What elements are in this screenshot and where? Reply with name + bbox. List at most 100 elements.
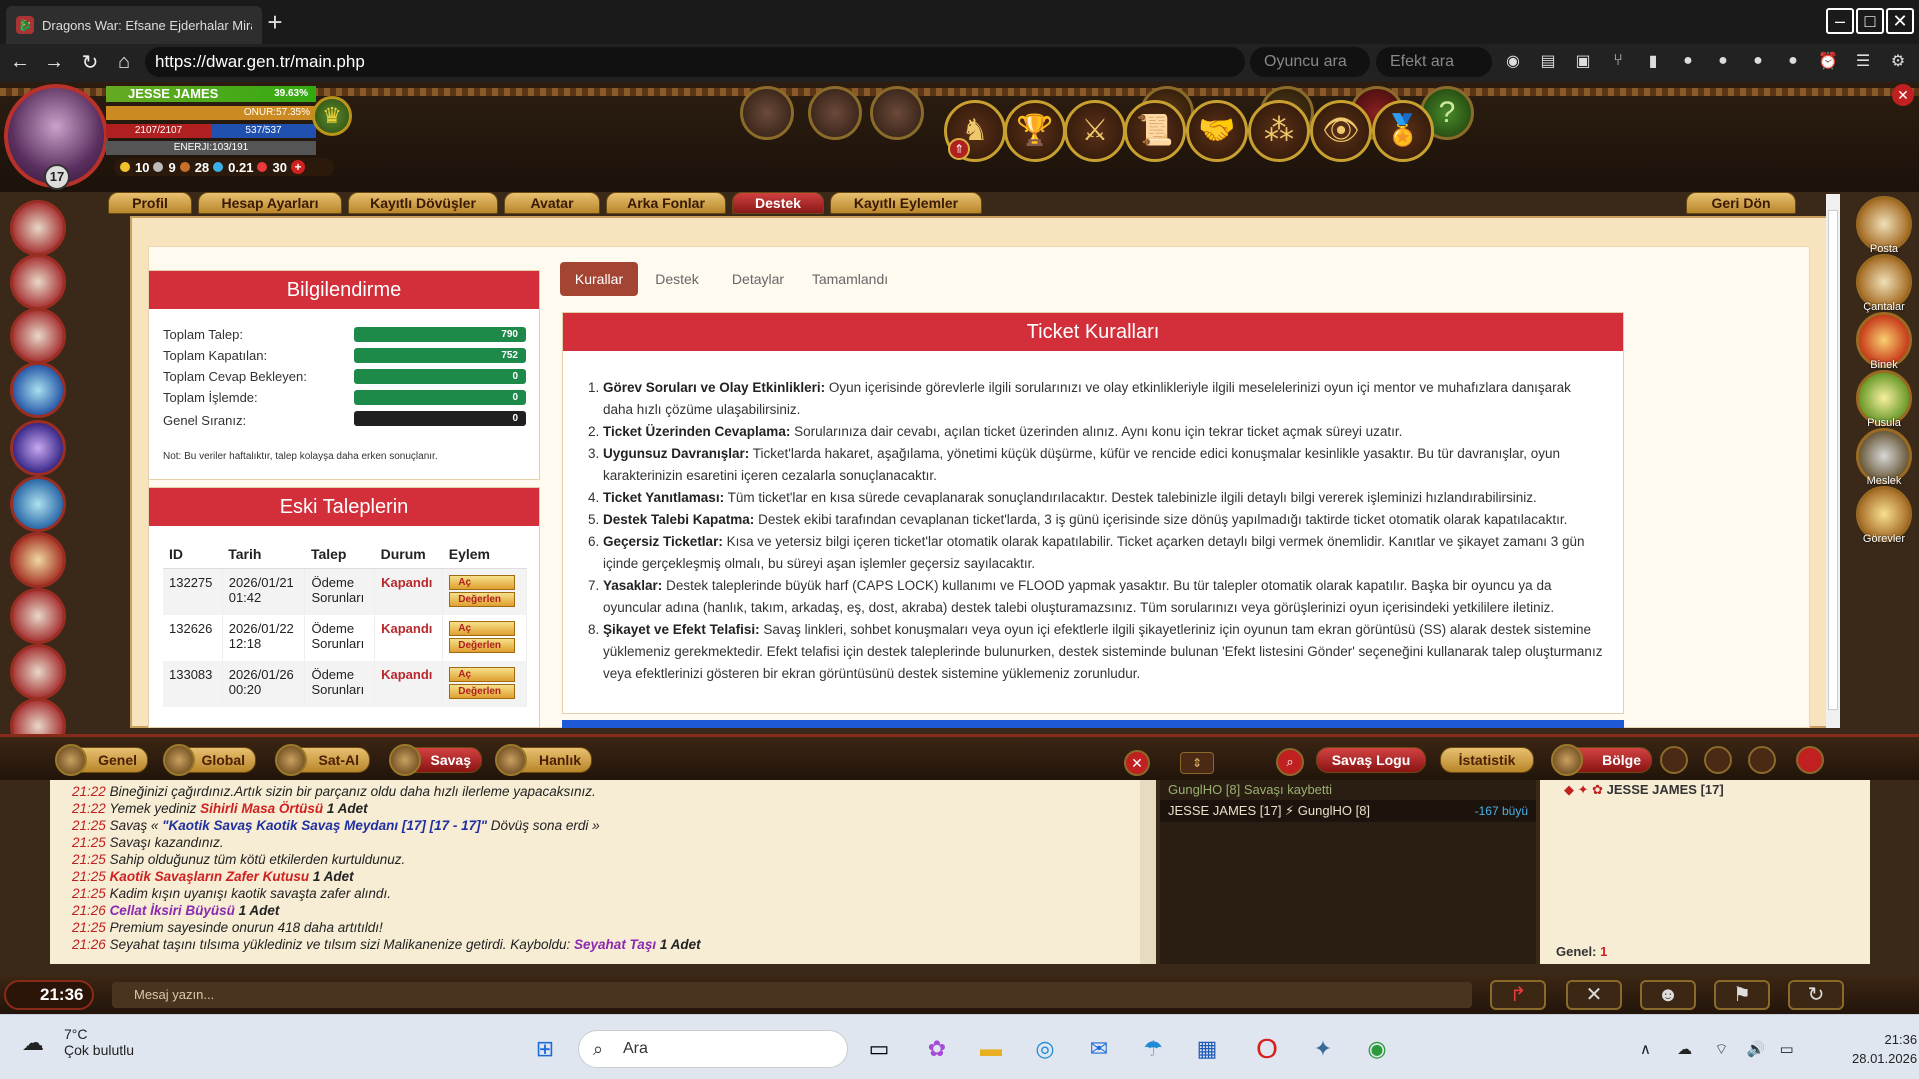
chat-icon-4[interactable]: ●: [1782, 50, 1804, 72]
copilot-icon[interactable]: ✿: [918, 1030, 956, 1068]
tab-destek[interactable]: Destek: [732, 192, 824, 214]
chat-tab-global[interactable]: Global: [163, 744, 256, 776]
tab-arka-fonlar[interactable]: Arka Fonlar: [606, 192, 726, 214]
chat-tab-genel[interactable]: Genel: [55, 744, 148, 776]
potion-slot-1-icon[interactable]: [10, 200, 66, 256]
tab-kayitli-eylemler[interactable]: Kayıtlı Eylemler: [830, 192, 982, 214]
opera-icon[interactable]: O: [1248, 1030, 1286, 1068]
chat-tab-savas[interactable]: Savaş: [389, 744, 482, 776]
tab-profil[interactable]: Profil: [108, 192, 192, 214]
statistics-tab[interactable]: İstatistik: [1440, 747, 1534, 773]
eye-icon[interactable]: 👁: [1310, 100, 1372, 162]
orbs-icon[interactable]: ⁂: [1248, 100, 1310, 162]
close-window-icon[interactable]: ✕: [1886, 8, 1914, 34]
basket-icon[interactable]: ▣: [1572, 50, 1594, 72]
tab-avatar[interactable]: Avatar: [504, 192, 600, 214]
add-currency-icon[interactable]: +: [290, 160, 305, 174]
bags-icon[interactable]: Çantalar: [1856, 254, 1912, 313]
tab-kayitli-dovusler[interactable]: Kayıtlı Dövüşler: [348, 192, 498, 214]
helmet-icon[interactable]: [1704, 746, 1732, 774]
close-game-icon[interactable]: ✕: [1892, 84, 1914, 106]
notes-icon[interactable]: ☰: [1852, 50, 1874, 72]
handshake-icon[interactable]: 🤝: [1186, 100, 1248, 162]
scrollbar-thumb[interactable]: [1828, 210, 1838, 710]
url-input[interactable]: https://dwar.gen.tr/main.php: [145, 47, 1245, 77]
tab-tamamlandi[interactable]: Tamamlandı: [806, 262, 894, 296]
book-icon[interactable]: ▮: [1642, 50, 1664, 72]
tab-destek-sub[interactable]: Destek: [646, 262, 708, 296]
weather-app-icon[interactable]: ☂: [1134, 1030, 1172, 1068]
golden-trophy-icon[interactable]: 🏅: [1372, 100, 1434, 162]
crystal-slot-icon[interactable]: [10, 362, 66, 418]
back-button[interactable]: Geri Dön: [1686, 192, 1796, 214]
browser-tab[interactable]: 🐉 Dragons War: Efsane Ejderhalar Mira: [6, 6, 262, 44]
region-player[interactable]: ◆ ✦ ✿ JESSE JAMES [17]: [1564, 782, 1724, 798]
tab-hesap-ayarlari[interactable]: Hesap Ayarları: [198, 192, 342, 214]
bear-icon[interactable]: [870, 86, 924, 140]
group-icon[interactable]: [1748, 746, 1776, 774]
system-tray[interactable]: ∧ ☁ ⌔ 🔊 ▭: [1640, 1040, 1794, 1059]
potion-slot-3-icon[interactable]: [10, 308, 66, 364]
tab-detaylar[interactable]: Detaylar: [718, 262, 798, 296]
battle-log-tab[interactable]: Savaş Logu: [1316, 747, 1426, 773]
volume-icon[interactable]: 🔊: [1747, 1041, 1766, 1058]
taskbar-search[interactable]: ⌕ Ara: [578, 1030, 848, 1068]
effect-search-input[interactable]: Efekt ara: [1376, 47, 1492, 77]
new-tab-button[interactable]: +: [262, 9, 288, 36]
send-icon[interactable]: ↱: [1490, 980, 1546, 1010]
weather-widget[interactable]: ☁ 7°C Çok bulutlu: [22, 1026, 134, 1058]
emote-icon[interactable]: ☻: [1640, 980, 1696, 1010]
up-arrow-icon[interactable]: ⇑: [948, 138, 970, 160]
chat-icon-2[interactable]: ●: [1712, 50, 1734, 72]
battery-icon[interactable]: ▭: [1779, 1041, 1793, 1058]
forward-icon[interactable]: →: [40, 46, 68, 78]
potion-slot-4-icon[interactable]: [10, 588, 66, 644]
compass-icon[interactable]: Pusula: [1856, 370, 1912, 429]
wifi-icon[interactable]: ⌔: [1714, 1041, 1728, 1058]
orb-slot-icon[interactable]: [10, 420, 66, 476]
chat-tab-sat-al[interactable]: Sat-Al: [275, 744, 370, 776]
home-icon[interactable]: ⌂: [110, 46, 138, 78]
chat-scrollbar[interactable]: [1140, 780, 1156, 964]
map-location-icon[interactable]: [740, 86, 794, 140]
mail-icon[interactable]: Posta: [1856, 196, 1912, 255]
task-view-icon[interactable]: ▭: [860, 1030, 898, 1068]
search-log-icon[interactable]: ⌕: [1276, 748, 1304, 776]
outlook-icon[interactable]: ✉: [1080, 1030, 1118, 1068]
rate-button[interactable]: Değerlen: [449, 684, 516, 699]
scroll-slot-icon[interactable]: [10, 532, 66, 588]
back-icon[interactable]: ←: [6, 46, 34, 78]
warrior-icon[interactable]: ⚔: [1064, 100, 1126, 162]
file-explorer-icon[interactable]: ▬: [972, 1030, 1010, 1068]
settings-icon[interactable]: ⚙: [1887, 50, 1909, 72]
region-tab[interactable]: Bölge: [1551, 744, 1652, 776]
edge-icon[interactable]: ◎: [1026, 1030, 1064, 1068]
alarm-icon[interactable]: ⏰: [1817, 50, 1839, 72]
refresh-icon[interactable]: ↻: [1788, 980, 1844, 1010]
chevron-up-icon[interactable]: ∧: [1640, 1041, 1651, 1058]
network-icon[interactable]: ☁: [1677, 1041, 1692, 1058]
open-button[interactable]: Aç: [449, 621, 516, 636]
castle-icon[interactable]: [808, 86, 862, 140]
tab-kurallar[interactable]: Kurallar: [560, 262, 638, 296]
fork-icon[interactable]: ⑂: [1607, 50, 1629, 72]
mount-icon[interactable]: Binek: [1856, 312, 1912, 371]
inbox-icon[interactable]: ▤: [1537, 50, 1559, 72]
party-icon[interactable]: ⚑: [1714, 980, 1770, 1010]
clear-chat-icon[interactable]: ✕: [1124, 750, 1150, 776]
reload-icon[interactable]: ↻: [76, 46, 104, 78]
chrome-icon[interactable]: ◉: [1358, 1030, 1396, 1068]
message-input[interactable]: Mesaj yazın...: [112, 982, 1472, 1008]
minimize-icon[interactable]: –: [1826, 8, 1854, 34]
gmail-icon[interactable]: [1796, 746, 1824, 774]
potion-slot-5-icon[interactable]: [10, 644, 66, 700]
owl-icon[interactable]: ◉: [1502, 50, 1524, 72]
resize-arrows-icon[interactable]: ⇕: [1180, 752, 1214, 774]
start-icon[interactable]: ⊞: [526, 1030, 564, 1068]
rate-button[interactable]: Değerlen: [449, 638, 516, 653]
pause-icon[interactable]: [1660, 746, 1688, 774]
player-search-input[interactable]: Oyuncu ara: [1250, 47, 1370, 77]
log-row[interactable]: JESSE JAMES [17] ⚡ GunglHO [8] -167 büyü: [1160, 800, 1536, 822]
open-button[interactable]: Aç: [449, 667, 516, 682]
trophy-icon[interactable]: 🏆: [1004, 100, 1066, 162]
